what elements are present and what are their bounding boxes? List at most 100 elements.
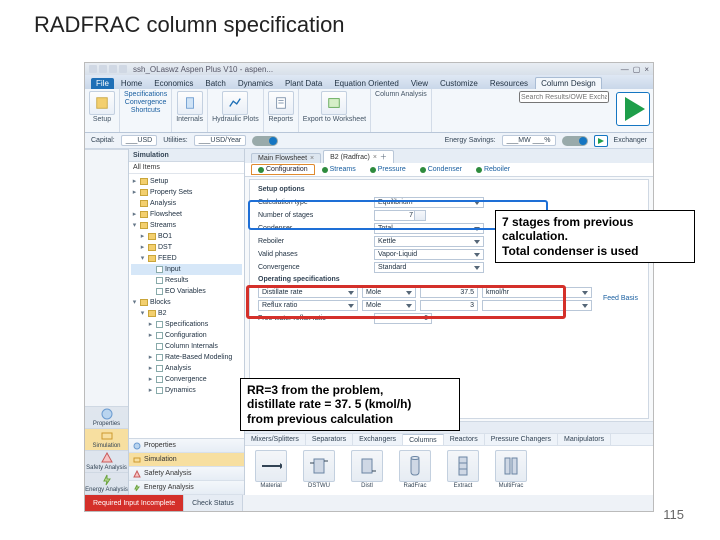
tree-node[interactable]: EO Variables: [131, 286, 242, 297]
quick-access-toolbar[interactable]: [89, 65, 127, 73]
ribbon-tab-plantdata[interactable]: Plant Data: [280, 78, 327, 89]
ribbon-tab-column-design[interactable]: Column Design: [535, 77, 602, 89]
economics-toggle[interactable]: [252, 136, 278, 146]
ptab-reactors[interactable]: Reactors: [444, 434, 485, 445]
close-icon[interactable]: ×: [310, 155, 314, 162]
energy-label: Energy Savings:: [445, 137, 496, 144]
conv-link[interactable]: Convergence: [125, 99, 167, 106]
tree-node[interactable]: ▾B2: [131, 308, 242, 319]
accordion-safety[interactable]: Safety Analysis: [129, 467, 244, 481]
tree-node[interactable]: ▸Configuration: [131, 330, 242, 341]
subtab-condenser[interactable]: Condenser: [413, 164, 469, 175]
reflux-ratio-combo[interactable]: Reflux ratio: [258, 300, 358, 311]
close-button[interactable]: ×: [644, 65, 649, 74]
internals-button[interactable]: [177, 91, 203, 115]
ptab-mixers[interactable]: Mixers/Splitters: [245, 434, 306, 445]
tree-node[interactable]: ▸BO1: [131, 231, 242, 242]
reflux-unit-combo[interactable]: [482, 300, 592, 311]
accordion-simulation[interactable]: Simulation: [129, 453, 244, 467]
accordion-energy[interactable]: Energy Analysis: [129, 481, 244, 495]
distillate-unit-combo[interactable]: kmol/hr: [482, 287, 592, 298]
ribbon-tab-eo[interactable]: Equation Oriented: [329, 78, 404, 89]
subtab-streams[interactable]: Streams: [315, 164, 363, 175]
tree-node[interactable]: Input: [131, 264, 242, 275]
ptab-separators[interactable]: Separators: [306, 434, 353, 445]
ribbon-tab-view[interactable]: View: [406, 78, 433, 89]
condenser-combo[interactable]: Total: [374, 223, 484, 234]
run-button[interactable]: [616, 92, 650, 126]
ptab-columns[interactable]: Columns: [403, 434, 444, 445]
ribbon-tab-file[interactable]: File: [91, 78, 114, 89]
reports-button[interactable]: [268, 91, 294, 115]
palette-item-extract[interactable]: Extract: [443, 450, 483, 489]
tree-node[interactable]: ▸Rate-Based Modeling: [131, 352, 242, 363]
reflux-basis-combo[interactable]: Mole: [362, 300, 416, 311]
ribbon-tab-customize[interactable]: Customize: [435, 78, 483, 89]
fwr-input[interactable]: 0: [374, 313, 432, 324]
export-button[interactable]: [321, 91, 347, 115]
nav-bar: Properties Simulation Safety Analysis En…: [85, 149, 129, 495]
nav-energy[interactable]: Energy Analysis: [85, 473, 128, 495]
tree-node[interactable]: Results: [131, 275, 242, 286]
tree-node[interactable]: ▸Dynamics: [131, 385, 242, 396]
tree-node[interactable]: ▸Specifications: [131, 319, 242, 330]
hydraulic-button[interactable]: [222, 91, 248, 115]
distillate-basis-combo[interactable]: Mole: [362, 287, 416, 298]
ptab-exchangers[interactable]: Exchangers: [353, 434, 403, 445]
palette-item-multifrac[interactable]: MultiFrac: [491, 450, 531, 489]
maximize-button[interactable]: ▢: [633, 65, 641, 74]
minimize-button[interactable]: —: [621, 65, 629, 74]
nav-simulation[interactable]: Simulation: [85, 429, 128, 451]
tree-node[interactable]: Analysis: [131, 198, 242, 209]
convergence-label: Convergence: [258, 264, 370, 271]
distillate-value-input[interactable]: 37.5: [420, 287, 478, 298]
internals-label: Internals: [176, 116, 203, 123]
doctab-b2-radfrac[interactable]: B2 (Radfrac)×＋: [323, 150, 394, 163]
run-small-button[interactable]: [594, 135, 608, 147]
tree-node[interactable]: ▾FEED: [131, 253, 242, 264]
phases-combo[interactable]: Vapor-Liquid: [374, 249, 484, 260]
tree-node[interactable]: ▾Streams: [131, 220, 242, 231]
ribbon-tab-batch[interactable]: Batch: [200, 78, 230, 89]
palette-item-radfrac[interactable]: RadFrac: [395, 450, 435, 489]
ribbon-tab-resources[interactable]: Resources: [485, 78, 533, 89]
tree-node[interactable]: ▸Flowsheet: [131, 209, 242, 220]
tree-node[interactable]: ▸Convergence: [131, 374, 242, 385]
convergence-combo[interactable]: Standard: [374, 262, 484, 273]
shortcuts-link[interactable]: Shortcuts: [131, 107, 161, 114]
ribbon-tab-dynamics[interactable]: Dynamics: [233, 78, 278, 89]
energy-toggle[interactable]: [562, 136, 588, 146]
palette-item-dstwu[interactable]: DSTWU: [299, 450, 339, 489]
accordion-properties[interactable]: Properties: [129, 439, 244, 453]
subtab-reboiler[interactable]: Reboiler: [469, 164, 517, 175]
tree-node[interactable]: ▾Blocks: [131, 297, 242, 308]
nav-properties[interactable]: Properties: [85, 407, 128, 429]
tree-node[interactable]: ▸Property Sets: [131, 187, 242, 198]
reflux-value-input[interactable]: 3: [420, 300, 478, 311]
doctab-main-flowsheet[interactable]: Main Flowsheet×: [251, 153, 321, 163]
tree-node[interactable]: ▸DST: [131, 242, 242, 253]
ribbon-tab-economics[interactable]: Economics: [149, 78, 198, 89]
calc-type-combo[interactable]: Equilibrium: [374, 197, 484, 208]
palette-item-distl[interactable]: Distl: [347, 450, 387, 489]
ptab-pressure-changers[interactable]: Pressure Changers: [485, 434, 558, 445]
subtab-pressure[interactable]: Pressure: [363, 164, 413, 175]
search-input[interactable]: [519, 91, 609, 103]
nstage-spinner[interactable]: 7: [374, 210, 426, 221]
reboiler-combo[interactable]: Kettle: [374, 236, 484, 247]
tree-node[interactable]: ▸Setup: [131, 176, 242, 187]
palette-item-material[interactable]: Material: [251, 450, 291, 489]
setup-button[interactable]: [89, 91, 115, 115]
navigation-tree[interactable]: ▸Setup▸Property SetsAnalysis▸Flowsheet▾S…: [129, 174, 244, 438]
ptab-manipulators[interactable]: Manipulators: [558, 434, 611, 445]
subtab-configuration[interactable]: Configuration: [251, 164, 315, 175]
nav-safety[interactable]: Safety Analysis: [85, 451, 128, 473]
tree-node[interactable]: ▸Analysis: [131, 363, 242, 374]
ribbon-tab-home[interactable]: Home: [116, 78, 147, 89]
tree-node[interactable]: Column Internals: [131, 341, 242, 352]
status-check-status[interactable]: Check Status: [183, 495, 243, 511]
distillate-rate-combo[interactable]: Distillate rate: [258, 287, 358, 298]
specs-link[interactable]: Specifications: [124, 91, 167, 98]
close-icon[interactable]: ×: [373, 154, 377, 161]
feed-basis-link[interactable]: Feed Basis: [603, 295, 638, 302]
